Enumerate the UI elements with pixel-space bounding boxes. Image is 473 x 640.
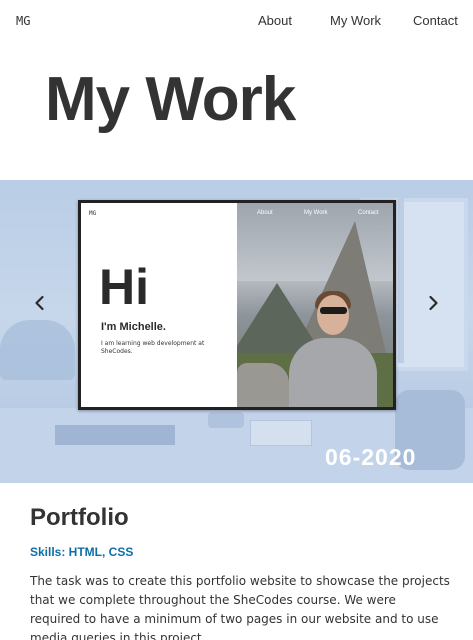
brand-logo[interactable]: MG: [16, 14, 30, 28]
carousel-prev-button[interactable]: [30, 293, 50, 313]
nav-link-contact[interactable]: Contact: [413, 13, 458, 28]
nav-link-about[interactable]: About: [258, 13, 292, 28]
preview-brand: MG: [89, 210, 97, 217]
project-skills: Skills: HTML, CSS: [30, 545, 134, 559]
background-keyboard: [250, 420, 312, 446]
page-title: My Work: [45, 65, 296, 134]
project-preview-screenshot: MG Hi I'm Michelle. I am learning web de…: [81, 203, 393, 407]
nav-link-my-work[interactable]: My Work: [330, 13, 381, 28]
background-window-frame: [398, 198, 404, 363]
top-nav: MG About My Work Contact: [0, 0, 473, 44]
photo-sunglasses: [320, 307, 347, 314]
carousel-next-button[interactable]: [423, 293, 443, 313]
chevron-right-icon: [429, 295, 438, 311]
project-title: Portfolio: [30, 504, 129, 531]
photo-person-body: [289, 338, 377, 407]
background-lamp: [208, 412, 244, 428]
preview-name: I'm Michelle.: [101, 321, 166, 333]
preview-nav-contact: Contact: [358, 210, 379, 216]
preview-heading: Hi: [99, 259, 149, 315]
preview-intro-panel: MG Hi I'm Michelle. I am learning web de…: [81, 203, 237, 407]
preview-nav-my-work: My Work: [304, 210, 328, 216]
project-preview-frame[interactable]: MG Hi I'm Michelle. I am learning web de…: [78, 200, 396, 410]
preview-description: I am learning web development at SheCode…: [101, 340, 205, 355]
preview-photo: [237, 203, 393, 407]
photo-rock: [237, 363, 289, 407]
project-carousel: MG Hi I'm Michelle. I am learning web de…: [0, 180, 473, 483]
project-date: 06-2020: [325, 444, 417, 470]
background-plant: [0, 320, 75, 380]
photo-person-head: [317, 295, 349, 335]
preview-nav-about: About: [257, 210, 273, 216]
chevron-left-icon: [35, 295, 44, 311]
project-description: The task was to create this portfolio we…: [30, 574, 450, 640]
background-monitor: [55, 425, 175, 445]
